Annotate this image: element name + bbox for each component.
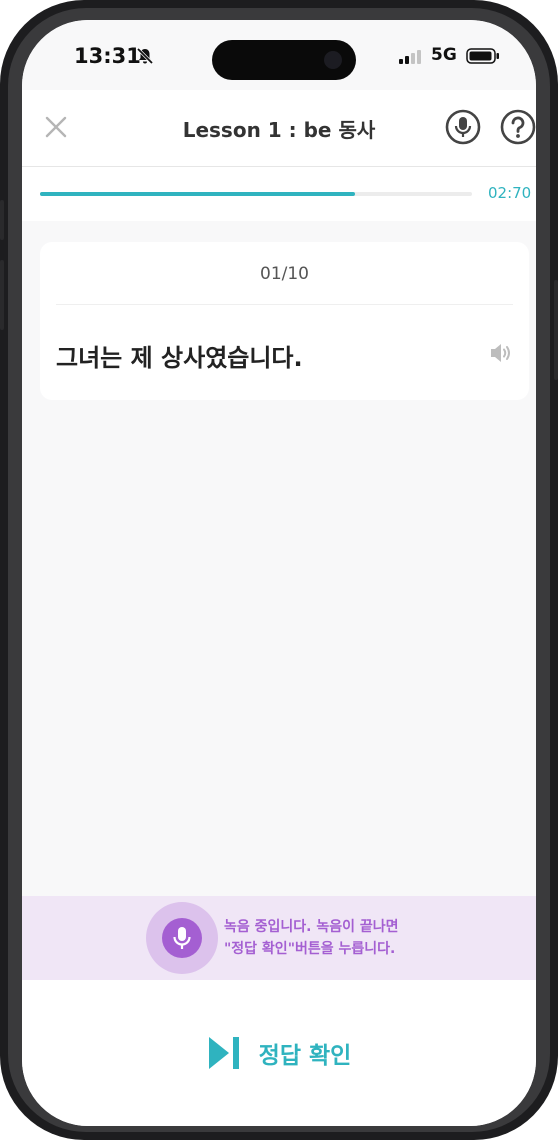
progress-section: 02:70 bbox=[22, 167, 536, 221]
recording-message: 녹음 중입니다. 녹음이 끝나면 "정답 확인"버튼을 누릅니다. bbox=[224, 916, 399, 960]
dynamic-island bbox=[212, 40, 356, 80]
bottom-bar: 정답 확인 bbox=[22, 980, 536, 1126]
progress-fill bbox=[40, 192, 356, 196]
check-answer-button[interactable]: 정답 확인 bbox=[22, 1036, 536, 1076]
skip-next-icon bbox=[208, 1037, 239, 1069]
speaker-button[interactable] bbox=[489, 342, 513, 364]
recording-message-line: 녹음 중입니다. 녹음이 끝나면 bbox=[224, 919, 399, 935]
question-icon bbox=[500, 109, 536, 145]
status-bar: 13:31 5G bbox=[22, 20, 536, 90]
speaker-icon bbox=[491, 344, 510, 362]
side-button bbox=[554, 280, 558, 380]
timer: 02:70 bbox=[488, 184, 532, 202]
cellular-signal-icon bbox=[399, 49, 425, 68]
microphone-icon bbox=[173, 927, 191, 949]
lesson-header: Lesson 1 : be 동사 bbox=[22, 90, 536, 167]
bell-slash-icon bbox=[136, 47, 154, 69]
microphone-icon bbox=[445, 109, 481, 145]
question-counter: 01/10 bbox=[260, 264, 309, 284]
question-card: 01/10 그녀는 제 상사였습니다. bbox=[40, 242, 529, 400]
side-button bbox=[0, 200, 4, 240]
recording-message-line: "정답 확인"버튼을 누릅니다. bbox=[224, 941, 396, 957]
network-type: 5G bbox=[431, 45, 457, 65]
app-screen: 13:31 5G Lesson 1: be 동사 02:70 01/10 그녀… bbox=[22, 20, 536, 1126]
status-time: 13:31 bbox=[74, 44, 141, 68]
microphone-button[interactable] bbox=[445, 109, 481, 145]
divider bbox=[56, 304, 513, 305]
battery-icon bbox=[466, 48, 500, 68]
progress-bar bbox=[40, 192, 472, 196]
recording-banner: 녹음 중입니다. 녹음이 끝나면 "정답 확인"버튼을 누릅니다. bbox=[22, 896, 536, 980]
record-button[interactable] bbox=[162, 918, 202, 958]
side-button bbox=[0, 260, 4, 330]
help-button[interactable] bbox=[500, 109, 536, 145]
question-sentence: 그녀는 제 상사였습니다. bbox=[56, 344, 303, 372]
check-answer-label: 정답 확인 bbox=[258, 1043, 352, 1069]
